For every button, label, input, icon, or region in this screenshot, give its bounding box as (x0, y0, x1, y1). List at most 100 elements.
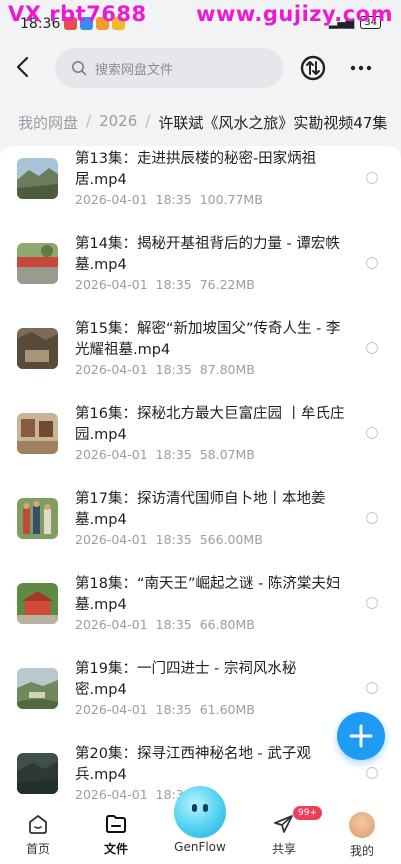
video-thumbnail (17, 753, 58, 794)
file-item[interactable]: 第14集：揭秘开基祖背后的力量 - 谭宏帙墓.mp4 2026-04-01 18:… (0, 231, 401, 316)
select-radio[interactable] (366, 257, 378, 269)
signal-icon: ▂▄▆ (328, 16, 355, 29)
tab-home[interactable]: 首页 (8, 812, 68, 857)
select-radio[interactable] (366, 682, 378, 694)
select-radio[interactable] (366, 427, 378, 439)
video-thumbnail (17, 328, 58, 369)
tab-files[interactable]: 文件 (86, 812, 146, 857)
file-name: 第17集：探访清代国师自卜地丨本地姜墓.mp4 (75, 491, 326, 528)
select-radio[interactable] (366, 512, 378, 524)
video-thumbnail (17, 498, 58, 539)
file-meta: 2026-04-01 18:35 66.80MB (75, 617, 263, 632)
file-time: 18:35 (155, 447, 192, 462)
search-icon (72, 61, 87, 76)
add-button[interactable] (337, 712, 385, 760)
video-thumbnail (17, 243, 58, 284)
app-notification-icon (112, 17, 125, 30)
file-size: 76.22MB (199, 277, 255, 292)
notification-icons (64, 17, 125, 30)
video-thumbnail (17, 583, 58, 624)
file-date: 2026-04-01 (75, 532, 148, 547)
file-list: 第13集：走进拱辰楼的秘密-田家炳祖居.mp4 2026-04-01 18:35 1… (0, 146, 401, 802)
status-bar: 18:36 ▂▄▆ 34 (0, 0, 401, 36)
file-date: 2026-04-01 (75, 617, 148, 632)
file-date: 2026-04-01 (75, 702, 148, 717)
file-size: 61.60MB (199, 702, 255, 717)
app-notification-icon (96, 17, 109, 30)
file-item[interactable]: 第16集：探秘北方最大巨富庄园 丨牟氏庄园.mp4 2026-04-01 18:3… (0, 401, 401, 486)
file-size: 58.07MB (199, 447, 255, 462)
transfer-button[interactable] (299, 54, 327, 82)
genflow-orb-icon[interactable] (174, 786, 226, 838)
more-button[interactable] (348, 54, 374, 82)
tab-mine[interactable]: 我的 (332, 812, 392, 859)
breadcrumb-separator: / (86, 112, 92, 130)
tab-mine-label: 我的 (349, 844, 374, 858)
app-notification-icon (80, 17, 93, 30)
file-time: 18:35 (155, 702, 192, 717)
tab-files-label: 文件 (103, 842, 128, 856)
video-thumbnail (17, 158, 58, 199)
file-size: 566.00MB (199, 532, 263, 547)
file-size: 100.77MB (199, 192, 263, 207)
share-badge: 99+ (293, 806, 322, 820)
file-date: 2026-04-01 (75, 277, 148, 292)
search-input[interactable]: 搜索网盘文件 (55, 48, 283, 88)
file-time: 18:35 (155, 277, 192, 292)
select-radio[interactable] (366, 767, 378, 779)
avatar (349, 812, 375, 838)
file-time: 18:35 (155, 192, 192, 207)
breadcrumb-root[interactable]: 我的网盘 (18, 112, 78, 134)
breadcrumb-folder[interactable]: 2026 (99, 112, 137, 134)
video-thumbnail (17, 668, 58, 709)
app-notification-icon (64, 17, 77, 30)
file-time: 18:35 (155, 362, 192, 377)
file-meta: 2026-04-01 18:35 61.60MB (75, 702, 263, 717)
back-button[interactable] (12, 54, 40, 82)
plus-icon (349, 724, 373, 748)
file-item[interactable]: 第15集：解密“新加坡国父”传奇人生 - 李光耀祖墓.mp4 2026-04-0… (0, 316, 401, 401)
file-date: 2026-04-01 (75, 787, 148, 802)
home-icon (29, 815, 47, 834)
select-radio[interactable] (366, 597, 378, 609)
system-status: ▂▄▆ 34 (329, 16, 381, 29)
chevron-left-icon (16, 56, 29, 78)
breadcrumb-separator: / (145, 112, 151, 130)
file-meta: 2026-04-01 18:35 100.77MB (75, 192, 271, 207)
file-date: 2026-04-01 (75, 192, 148, 207)
orb-eye (203, 804, 208, 812)
send-icon (274, 815, 293, 833)
top-bar: 搜索网盘文件 (0, 42, 401, 94)
file-name: 第18集：“南天王”崛起之谜 - 陈济棠夫妇墓.mp4 (75, 576, 341, 613)
file-time: 18:35 (155, 617, 192, 632)
file-meta: 2026-04-01 18:35 58.07MB (75, 447, 263, 462)
file-size: 66.80MB (199, 617, 255, 632)
breadcrumb: 我的网盘 / 2026 / 许联斌《风水之旅》实勘视频47集 (18, 112, 387, 134)
file-item[interactable]: 第18集：“南天王”崛起之谜 - 陈济棠夫妇墓.mp4 2026-04-01 18… (0, 571, 401, 656)
file-meta: 2026-04-01 18:35 87.80MB (75, 362, 263, 377)
status-time: 18:36 (20, 16, 61, 32)
breadcrumb-current: 许联斌《风水之旅》实勘视频47集 (158, 114, 388, 132)
file-name: 第15集：解密“新加坡国父”传奇人生 - 李光耀祖墓.mp4 (75, 321, 341, 358)
select-radio[interactable] (366, 342, 378, 354)
file-name: 第20集：探寻江西神秘名地 - 武子观兵.mp4 (75, 746, 311, 783)
video-thumbnail (17, 413, 58, 454)
search-placeholder: 搜索网盘文件 (95, 62, 174, 78)
file-date: 2026-04-01 (75, 362, 148, 377)
file-name: 第13集：走进拱辰楼的秘密-田家炳祖居.mp4 (75, 151, 317, 188)
file-time: 18:35 (155, 532, 192, 547)
file-name: 第14集：揭秘开基祖背后的力量 - 谭宏帙墓.mp4 (75, 236, 340, 273)
file-meta: 2026-04-01 18:35 76.22MB (75, 277, 263, 292)
tab-home-label: 首页 (25, 842, 50, 856)
file-item[interactable]: 第13集：走进拱辰楼的秘密-田家炳祖居.mp4 2026-04-01 18:35 1… (0, 146, 401, 231)
file-name: 第19集：一门四进士 - 宗祠风水秘密.mp4 (75, 661, 297, 698)
transfer-icon (300, 55, 326, 81)
file-date: 2026-04-01 (75, 447, 148, 462)
select-radio[interactable] (366, 172, 378, 184)
orb-eye (192, 804, 197, 812)
more-icon (350, 65, 372, 71)
file-size: 87.80MB (199, 362, 255, 377)
battery-icon: 34 (360, 16, 381, 29)
tab-genflow[interactable]: GenFlow (170, 840, 230, 854)
file-item[interactable]: 第17集：探访清代国师自卜地丨本地姜墓.mp4 2026-04-01 18:35 5… (0, 486, 401, 571)
